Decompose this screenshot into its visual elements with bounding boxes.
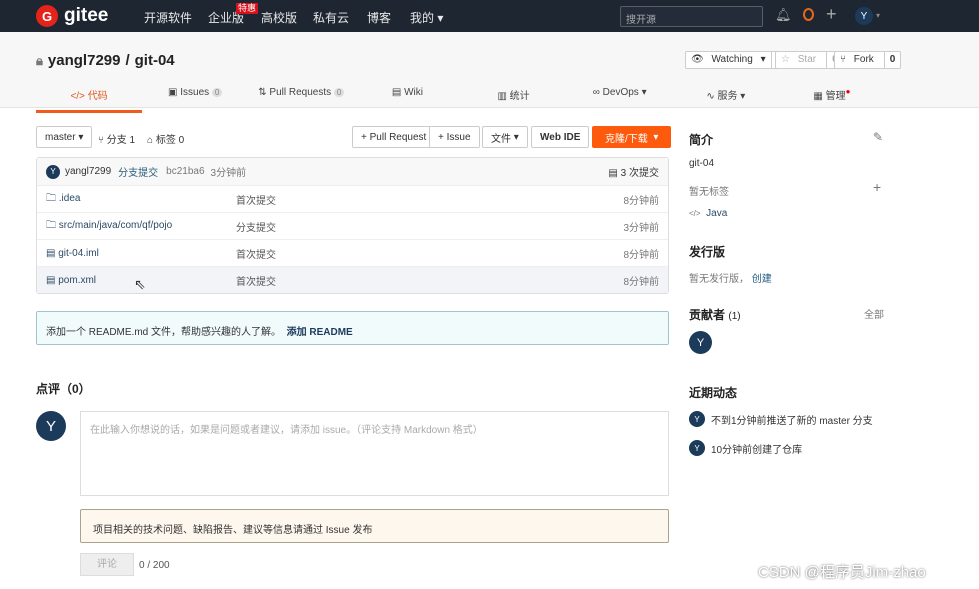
chart-icon: ▥ [497, 91, 510, 102]
chevron-down-icon[interactable]: ▾ [876, 11, 880, 20]
repo-description: git-04 [689, 158, 715, 169]
nav-opensource[interactable]: 开源软件 [144, 9, 192, 26]
tab-devops[interactable]: ∞ DevOps ▾ [567, 85, 673, 113]
tags-link[interactable]: ⌂ 标签 0 [147, 131, 184, 146]
file-menu-button[interactable]: 文件 ▾ [482, 126, 528, 148]
lightbulb-icon[interactable] [803, 8, 814, 21]
pull-request-icon: ⇅ [258, 87, 270, 98]
gitee-logo-icon: G [36, 5, 58, 27]
code-icon: </> [689, 209, 701, 218]
edit-icon[interactable]: ✎ [873, 130, 883, 144]
mouse-cursor-icon: ⇖ [134, 276, 146, 292]
watermark: CSDN @程序员Jim-zhao [758, 564, 926, 581]
add-tag-icon[interactable]: + [873, 179, 881, 195]
folder-icon: 🗀︎ [46, 219, 59, 231]
contributors-title: 贡献者 (1) [689, 308, 741, 322]
commit-avatar: Y [46, 164, 60, 179]
gitee-logo[interactable]: Ggitee [36, 5, 108, 27]
branch-select[interactable]: master ▾ [36, 126, 93, 148]
repo-header: 🔒︎ yangl7299 / git-04 👁︎ Watching ▾1 ☆ S… [0, 32, 979, 113]
commenter-avatar: Y [36, 411, 66, 441]
repo-title: 🔒︎ yangl7299 / git-04 [36, 52, 175, 69]
create-release-link[interactable]: 创建 [752, 274, 772, 285]
submit-comment-button[interactable]: 评论 [80, 553, 134, 576]
char-counter: 0 / 200 [139, 560, 170, 571]
readme-notice: 添加一个 README.md 文件，帮助感兴趣的人了解。 添加 README [36, 311, 669, 345]
tab-stats[interactable]: ▥ 统计 [461, 85, 567, 113]
nav-education[interactable]: 高校版 [261, 9, 297, 26]
file-row[interactable]: 🗀︎ .idea 首次提交 8分钟前 [37, 185, 668, 212]
wiki-icon: ▤ [391, 87, 405, 98]
promo-badge: 特惠 [236, 3, 259, 14]
nav-mine[interactable]: 我的 ▾ [410, 9, 443, 26]
plus-icon[interactable]: + [826, 4, 837, 25]
commit-author[interactable]: yangl7299 [65, 166, 111, 177]
tab-pull-requests[interactable]: ⇅ Pull Requests 0 [248, 85, 354, 113]
new-pull-request-button[interactable]: + Pull Request [352, 126, 436, 148]
bell-icon[interactable]: 🔔︎ [775, 7, 792, 23]
search-input[interactable]: 搜开源 [620, 6, 763, 27]
language[interactable]: </> Java [689, 208, 727, 219]
comment-textarea[interactable]: 在此输入你想说的话，如果是问题或者建议，请添加 issue。（评论支持 Mark… [80, 411, 669, 496]
activity-item: Y 10分钟前创建了仓库 [689, 440, 802, 456]
file-icon: ▤ [46, 247, 59, 259]
nav-private-cloud[interactable]: 私有云 [313, 9, 349, 26]
no-tags: 暂无标签 [689, 187, 729, 198]
code-icon: </> [70, 91, 88, 102]
comments-title: 点评（0） [36, 382, 91, 396]
no-release: 暂无发行版， 创建 [689, 274, 772, 285]
top-nav: Ggitee 开源软件 企业版 特惠 高校版 私有云 博客 我的 ▾ 搜开源 🔔… [0, 0, 979, 32]
watch-button[interactable]: 👁︎ Watching ▾1 [685, 51, 789, 69]
issues-icon: ▣ [168, 87, 181, 98]
infinity-icon: ∞ [592, 87, 603, 98]
file-list: Y yangl7299 分支提交 bc21ba6 3分钟前 ▤ 3 次提交 🗀︎… [36, 157, 669, 294]
add-readme-link[interactable]: 添加 README [287, 327, 353, 338]
nav-blog[interactable]: 博客 [367, 9, 391, 26]
all-contributors-link[interactable]: 全部 [864, 306, 884, 321]
new-issue-button[interactable]: + Issue [429, 126, 480, 148]
repo-name[interactable]: git-04 [135, 52, 175, 69]
issue-notice: 项目相关的技术问题、缺陷报告、建议等信息请通过 Issue 发布 [80, 509, 669, 543]
tab-issues[interactable]: ▣ Issues 0 [142, 85, 248, 113]
commit-time: 3分钟前 [210, 168, 247, 179]
web-ide-button[interactable]: Web IDE [531, 126, 590, 148]
manage-icon: ▦ [813, 91, 826, 102]
folder-icon: 🗀︎ [46, 192, 59, 204]
release-title: 发行版 [689, 245, 726, 259]
contributor-avatar[interactable]: Y [689, 331, 712, 354]
lock-icon: 🔒︎ [36, 52, 43, 68]
fork-button[interactable]: ⑂ Fork 0 [834, 51, 902, 69]
user-avatar[interactable]: Y [855, 7, 873, 25]
repo-tabs: </> 代码 ▣ Issues 0 ⇅ Pull Requests 0 ▤ Wi… [36, 85, 885, 113]
commit-hash[interactable]: bc21ba6 [166, 166, 204, 177]
activity-item: Y 不到1分钟前推送了新的 master 分支 [689, 411, 873, 427]
file-row[interactable]: ▤ git-04.iml 首次提交 8分钟前 [37, 239, 668, 266]
repo-owner[interactable]: yangl7299 [48, 52, 121, 69]
tab-services[interactable]: ∿ 服务 ▾ [673, 85, 779, 113]
pulse-icon: ∿ [706, 91, 718, 102]
file-row[interactable]: ▤ pom.xml 首次提交 8分钟前 ⇖ [37, 266, 668, 293]
tab-code[interactable]: </> 代码 [36, 85, 143, 113]
branches-link[interactable]: ⑂ 分支 1 [98, 131, 135, 146]
latest-commit: Y yangl7299 分支提交 bc21ba6 3分钟前 ▤ 3 次提交 [37, 158, 668, 185]
file-row[interactable]: 🗀︎ src/main/java/com/qf/pojo 分支提交 3分钟前 [37, 212, 668, 239]
commit-message[interactable]: 分支提交 [118, 164, 158, 179]
activity-title: 近期动态 [689, 386, 738, 400]
tab-wiki[interactable]: ▤ Wiki [354, 85, 460, 113]
commit-count[interactable]: ▤ 3 次提交 [608, 164, 659, 179]
file-icon: ▤ [46, 274, 59, 286]
intro-title: 简介 [689, 133, 714, 147]
tab-manage[interactable]: ▦ 管理● [779, 85, 885, 113]
clone-download-button[interactable]: 克隆/下载 ▾ [592, 126, 672, 148]
